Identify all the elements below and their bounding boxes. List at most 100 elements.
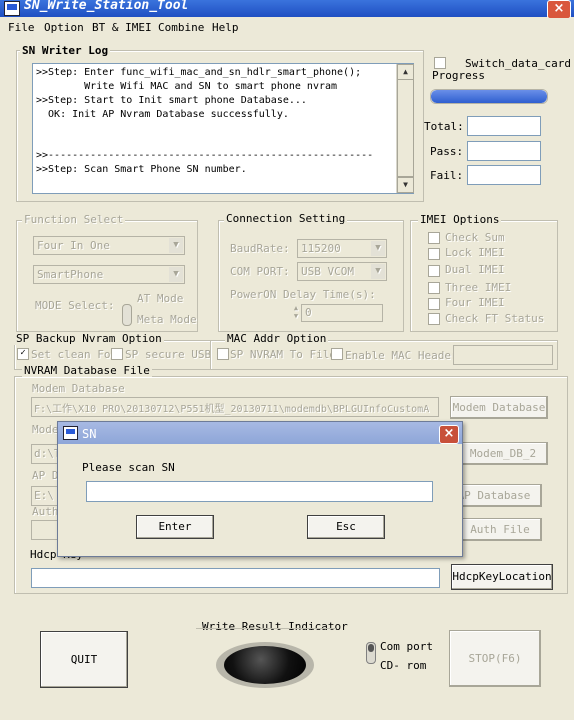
lock-imei-label: Lock IMEI [445,246,505,259]
menu-file[interactable]: File [8,21,35,34]
com-port-combo[interactable]: USB VCOM ▼ [297,262,387,281]
esc-button[interactable]: Esc [307,515,385,539]
pass-label: Pass: [430,145,464,158]
sn-dialog-titlebar: SN × [58,422,462,444]
auth-file-button[interactable]: Auth File [458,518,542,541]
mode-select-label: MODE Select: [35,299,115,312]
meta-mode-label: Meta Mode [137,313,197,326]
mode-combo-value: Four In One [37,239,110,252]
lock-imei-checkbox[interactable] [428,248,440,260]
menu-help[interactable]: Help [212,21,239,34]
at-mode-label: AT Mode [137,292,184,305]
dual-imei-checkbox[interactable] [428,265,440,277]
function-select-title: Function Select [22,213,126,226]
chevron-down-icon: ▼ [371,264,385,279]
ap-db-label: AP D [32,469,59,482]
enter-button[interactable]: Enter [136,515,214,539]
check-sum-label: Check Sum [445,231,505,244]
log-line: >>Step: Scan Smart Phone SN number. [36,164,247,175]
total-field[interactable] [467,116,541,136]
progress-bar [430,89,548,104]
menu-option[interactable]: Option [44,21,84,34]
sp-secure-label: SP secure USB [125,348,212,361]
check-ft-status-checkbox[interactable] [428,313,440,325]
three-imei-checkbox[interactable] [428,282,440,294]
check-ft-status-label: Check FT Status [445,312,545,325]
mode-toggle[interactable] [122,304,132,326]
menu-bt-imei[interactable]: BT & IMEI [92,21,152,34]
scroll-up-icon[interactable]: ▲ [397,64,414,80]
com-port-value: USB VCOM [301,265,354,278]
switch-data-card-checkbox[interactable] [434,57,446,69]
chevron-down-icon: ▼ [169,238,183,253]
log-line: Write Wifi MAC and SN to smart phone nvr… [36,81,338,92]
mac-header-field[interactable] [453,345,553,365]
sp-nvram-label: SP NVRAM To File [230,348,336,361]
four-imei-label: Four IMEI [445,296,505,309]
mode-combo[interactable]: Four In One ▼ [33,236,185,255]
modem-database-button[interactable]: Modem Database [450,396,548,419]
log-line: >>Step: Start to Init smart phone Databa… [36,95,307,106]
write-result-title: Write Result Indicator [202,620,348,633]
progress-label: Progress [432,69,485,82]
title-bar: SN_Write_Station_Tool × [0,0,574,19]
log-line: >>Step: Enter func_wifi_mac_and_sn_hdlr_… [36,67,362,78]
enable-mac-header-checkbox[interactable] [331,348,343,360]
modem-db-label: Modem Database [32,382,125,395]
sn-input[interactable] [86,481,433,502]
port-toggle[interactable] [366,642,376,664]
dialog-close-button[interactable]: × [439,425,459,444]
modem-db2-button[interactable]: Modem_DB_2 [458,442,548,465]
hdcp-key-location-button[interactable]: HdcpKeyLocation [451,564,553,590]
menu-bar: File Option BT & IMEI Combine Help [0,18,574,38]
four-imei-checkbox[interactable] [428,298,440,310]
chevron-down-icon: ▼ [169,267,183,282]
connection-title: Connection Setting [224,212,348,225]
baud-combo[interactable]: 115200 ▼ [297,239,387,258]
delay-value: 0 [305,306,312,319]
sp-nvram-checkbox[interactable] [217,348,229,360]
delay-label: PowerON Delay Time(s): [230,288,376,301]
sn-dialog-title: SN [82,427,97,441]
fail-field[interactable] [467,165,541,185]
scroll-down-icon[interactable]: ▼ [397,177,414,193]
pass-field[interactable] [467,141,541,161]
sp-secure-checkbox[interactable] [111,348,123,360]
log-scrollbar[interactable]: ▲ ▼ [396,64,414,193]
app-icon [4,1,20,16]
menu-combine[interactable]: Combine [158,21,204,34]
log-title: SN Writer Log [20,44,111,57]
modem-db-path[interactable]: F:\工作\X10 PRO\20130712\P551机型_20130711\m… [31,397,439,417]
fail-label: Fail: [430,169,464,182]
sp-backup-title: SP Backup Nvram Option [14,332,164,345]
baud-label: BaudRate: [230,242,290,255]
stop-button[interactable]: STOP(F6) [449,630,541,687]
target-combo[interactable]: SmartPhone ▼ [33,265,185,284]
window-close-button[interactable]: × [547,0,571,19]
hdcp-key-field[interactable] [31,568,440,588]
log-line: >>--------------------------------------… [36,150,374,161]
set-clean-label: Set clean Fod [31,348,118,361]
chevron-down-icon: ▼ [371,241,385,256]
three-imei-label: Three IMEI [445,281,512,294]
delay-field[interactable]: 0 [301,304,383,322]
log-line: OK: Init AP Nvram Database successfully. [36,109,289,120]
total-label: Total: [424,120,464,133]
dialog-app-icon [63,426,78,440]
com-port-label: COM PORT: [230,265,290,278]
quit-button[interactable]: QUIT [40,631,128,688]
check-sum-checkbox[interactable] [428,232,440,244]
enable-mac-header-label: Enable MAC Header [345,349,458,362]
set-clean-checkbox[interactable]: ✓ [17,348,29,360]
target-combo-value: SmartPhone [37,268,104,281]
baud-value: 115200 [301,242,341,255]
scroll-thumb[interactable] [397,79,414,177]
ap-db-path-text: E:\ [34,489,54,502]
auth-label: Auth [32,505,59,518]
sn-dialog: SN × Please scan SN Enter Esc [57,421,463,557]
modem-db-path-text: F:\工作\X10 PRO\20130712\P551机型_20130711\m… [34,404,430,415]
spin-icon[interactable]: ▲ ▼ [292,304,300,320]
log-textbox[interactable]: >>Step: Enter func_wifi_mac_and_sn_hdlr_… [32,63,414,194]
result-indicator-light [224,646,306,684]
sn-prompt: Please scan SN [82,461,175,474]
